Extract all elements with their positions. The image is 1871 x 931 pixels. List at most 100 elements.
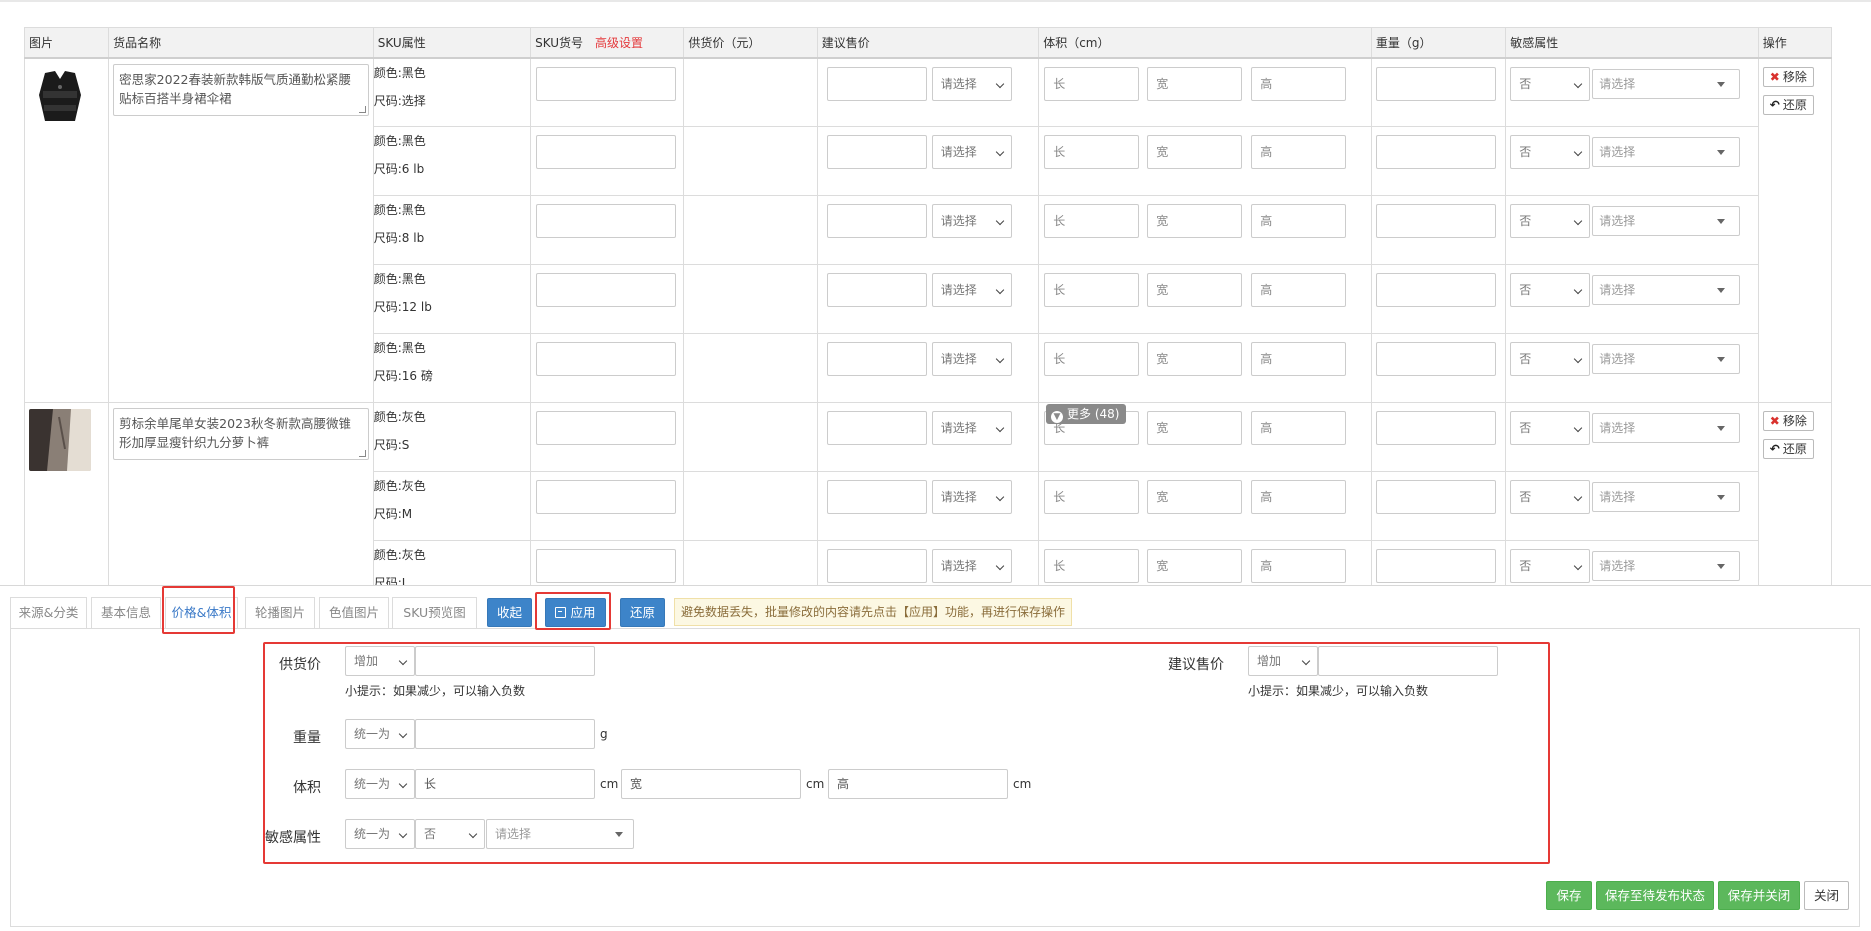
currency-select[interactable]: 请选择 [931, 273, 1012, 307]
sensitive-value-select[interactable]: 否 [415, 819, 485, 849]
remove-button[interactable]: ✖ 移除 [1762, 411, 1814, 431]
sensitive-flag-select[interactable]: 否 [1510, 480, 1591, 514]
close-button[interactable]: 关闭 [1804, 881, 1849, 910]
volume-height-input[interactable]: 高 [828, 769, 1008, 799]
weight-input[interactable] [1375, 135, 1496, 169]
sensitive-flag-select[interactable]: 否 [1510, 549, 1591, 583]
height-input[interactable]: 高 [1251, 135, 1347, 169]
sensitive-attr-select[interactable]: 请选择 [1592, 275, 1741, 305]
tab-color-images[interactable]: 色值图片 [319, 597, 389, 629]
height-input[interactable]: 高 [1251, 411, 1347, 445]
tab-basic-info[interactable]: 基本信息 [91, 597, 161, 629]
sku-no-input[interactable] [536, 549, 677, 583]
tab-sku-preview[interactable]: SKU预览图 [392, 597, 477, 629]
weight-input[interactable] [1375, 273, 1496, 307]
currency-select[interactable]: 请选择 [931, 480, 1012, 514]
currency-select[interactable]: 请选择 [931, 549, 1012, 583]
weight-input[interactable] [1375, 204, 1496, 238]
length-input[interactable]: 长 [1044, 549, 1140, 583]
product-name-textarea[interactable]: 剪标余单尾单女装2023秋冬新款高腰微锥形加厚显瘦针织九分萝卜裤 [113, 408, 370, 460]
length-input[interactable]: 长 [1044, 273, 1140, 307]
sku-no-input[interactable] [536, 204, 677, 238]
suggest-price-input[interactable] [826, 480, 927, 514]
currency-select[interactable]: 请选择 [931, 66, 1012, 101]
width-input[interactable]: 宽 [1147, 549, 1243, 583]
length-input[interactable]: 长 [1044, 204, 1140, 238]
length-input[interactable]: 长 [1044, 480, 1140, 514]
width-input[interactable]: 宽 [1147, 204, 1243, 238]
height-input[interactable]: 高 [1251, 204, 1347, 238]
suggest-price-input[interactable] [826, 135, 927, 169]
suggest-price-input[interactable] [826, 273, 927, 307]
weight-input[interactable] [1375, 480, 1496, 514]
sensitive-attr-select[interactable]: 请选择 [1592, 68, 1741, 99]
length-input[interactable]: 长 [1044, 342, 1140, 376]
weight-input[interactable] [1375, 342, 1496, 376]
width-input[interactable]: 宽 [1147, 411, 1243, 445]
sensitive-flag-select[interactable]: 否 [1510, 273, 1591, 307]
advanced-settings-link[interactable]: 高级设置 [595, 36, 643, 50]
supply-price-mode-select[interactable]: 增加 [345, 646, 415, 676]
save-button[interactable]: 保存 [1546, 881, 1592, 910]
sku-no-input[interactable] [536, 342, 677, 376]
restore-all-button[interactable]: 还原 [620, 598, 665, 627]
currency-select[interactable]: 请选择 [931, 135, 1012, 169]
currency-select[interactable]: 请选择 [931, 411, 1012, 445]
product-name-textarea[interactable]: 密思家2022春装新款韩版气质通勤松紧腰贴标百搭半身裙伞裙 [113, 63, 370, 116]
remove-button[interactable]: ✖ 移除 [1762, 66, 1814, 87]
sensitive-flag-select[interactable]: 否 [1510, 411, 1591, 445]
currency-select[interactable]: 请选择 [931, 204, 1012, 238]
currency-select[interactable]: 请选择 [931, 342, 1012, 376]
sensitive-attr-select[interactable]: 请选择 [1592, 206, 1741, 236]
suggest-price-input[interactable] [826, 204, 927, 238]
sensitive-flag-select[interactable]: 否 [1510, 204, 1591, 238]
sensitive-attr-select[interactable]: 请选择 [1592, 551, 1741, 581]
volume-mode-select[interactable]: 统一为 [345, 769, 415, 799]
volume-width-input[interactable]: 宽 [621, 769, 801, 799]
length-input[interactable]: 长 [1044, 135, 1140, 169]
supply-price-input[interactable] [415, 646, 595, 676]
sku-no-input[interactable] [536, 273, 677, 307]
sku-table-wrapper[interactable]: 图片 货品名称 SKU属性 SKU货号 高级设置 供货价（元） 建议售价 体积（c… [24, 27, 1832, 585]
sensitive-attr-select[interactable]: 请选择 [486, 819, 634, 849]
volume-length-input[interactable]: 长 [415, 769, 595, 799]
more-skus-button[interactable]: ▼ 更多 (48) [1046, 404, 1127, 424]
suggest-price-mode-select[interactable]: 增加 [1248, 646, 1318, 676]
save-and-close-button[interactable]: 保存并关闭 [1718, 881, 1800, 910]
width-input[interactable]: 宽 [1147, 66, 1243, 101]
sku-no-input[interactable] [536, 411, 677, 445]
suggest-price-input[interactable] [826, 411, 927, 445]
sku-no-input[interactable] [536, 480, 677, 514]
height-input[interactable]: 高 [1251, 480, 1347, 514]
height-input[interactable]: 高 [1251, 273, 1347, 307]
sensitive-flag-select[interactable]: 否 [1510, 342, 1591, 376]
sensitive-attr-select[interactable]: 请选择 [1592, 137, 1741, 167]
width-input[interactable]: 宽 [1147, 480, 1243, 514]
suggest-price-input[interactable] [826, 549, 927, 583]
height-input[interactable]: 高 [1251, 549, 1347, 583]
height-input[interactable]: 高 [1251, 342, 1347, 376]
suggest-price-input[interactable] [1318, 646, 1498, 676]
resize-handle-icon[interactable] [359, 105, 367, 113]
restore-button[interactable]: ↶ 还原 [1762, 439, 1814, 459]
width-input[interactable]: 宽 [1147, 135, 1243, 169]
width-input[interactable]: 宽 [1147, 273, 1243, 307]
sku-no-input[interactable] [536, 135, 677, 169]
width-input[interactable]: 宽 [1147, 342, 1243, 376]
sensitive-flag-select[interactable]: 否 [1510, 135, 1591, 169]
height-input[interactable]: 高 [1251, 66, 1347, 101]
sensitive-attr-select[interactable]: 请选择 [1592, 482, 1741, 512]
tab-carousel-images[interactable]: 轮播图片 [245, 597, 315, 629]
sensitive-flag-select[interactable]: 否 [1510, 66, 1591, 101]
weight-input[interactable] [1375, 66, 1496, 101]
suggest-price-input[interactable] [826, 342, 927, 376]
tab-source-category[interactable]: 来源&分类 [10, 597, 87, 629]
sensitive-mode-select[interactable]: 统一为 [345, 819, 415, 849]
weight-input[interactable] [415, 719, 595, 749]
weight-input[interactable] [1375, 411, 1496, 445]
restore-button[interactable]: ↶ 还原 [1762, 94, 1814, 115]
sensitive-attr-select[interactable]: 请选择 [1592, 344, 1741, 374]
resize-handle-icon[interactable] [359, 450, 367, 457]
save-to-pending-button[interactable]: 保存至待发布状态 [1596, 881, 1714, 910]
weight-mode-select[interactable]: 统一为 [345, 719, 415, 749]
